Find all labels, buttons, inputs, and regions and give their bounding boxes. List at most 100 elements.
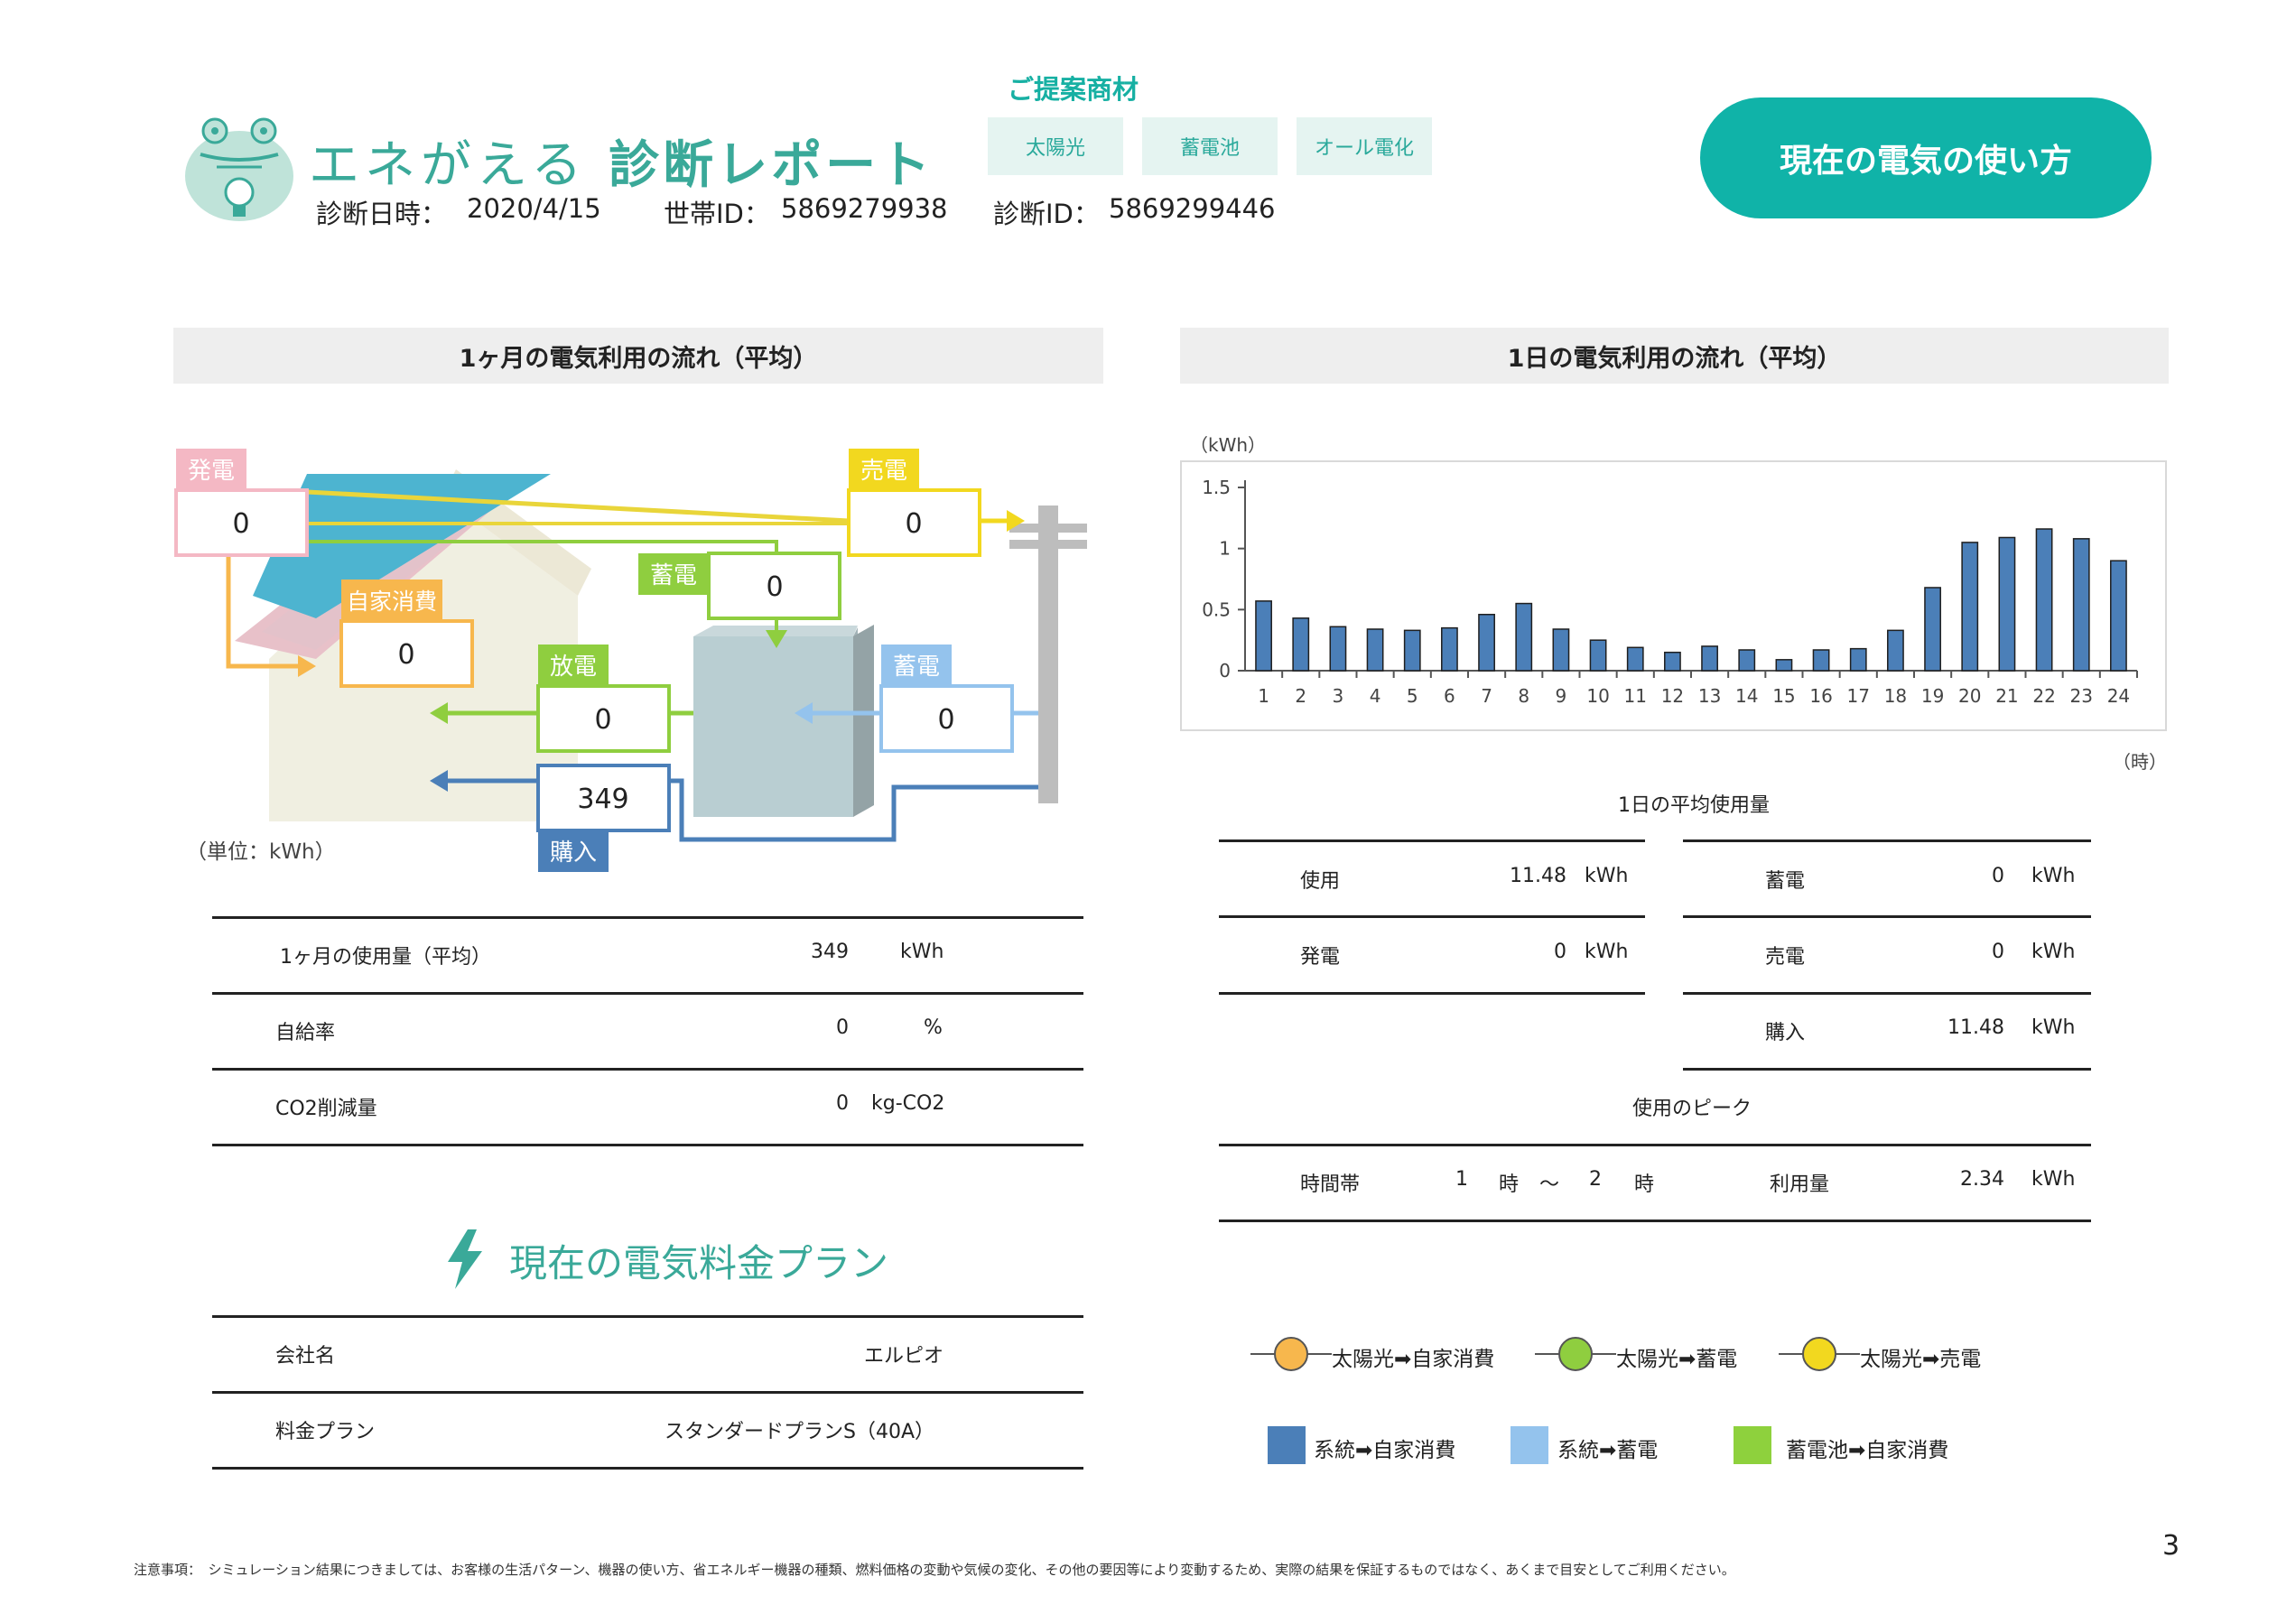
divider (1683, 992, 2091, 995)
daily-flow-title: 1日の電気利用の流れ（平均） (1180, 328, 2169, 384)
legend-line-solar-self (1250, 1337, 1332, 1371)
diagnosis-id-label: 診断ID： (993, 199, 1100, 229)
battery-unit-icon (693, 636, 853, 817)
bar (1812, 649, 1830, 672)
monthly-usage-label: 1ヶ月の使用量（平均） (280, 946, 491, 969)
bar (2072, 538, 2090, 672)
divider (1219, 915, 1645, 918)
page-number: 3 (2162, 1530, 2180, 1562)
y-tick-label: 1.5 (1202, 477, 1231, 498)
bar (1478, 613, 1495, 672)
diagnosis-date-value: 2020/4/15 (467, 193, 601, 224)
x-tick-label: 12 (1661, 685, 1684, 707)
grid-charge-value: 0 (937, 704, 954, 736)
self-sufficiency-label: 自給率 (275, 1022, 336, 1044)
peak-from: 1 (1455, 1168, 1468, 1191)
x-tick-label: 10 (1586, 685, 1609, 707)
x-tick-label: 5 (1407, 685, 1418, 707)
bar (1329, 626, 1347, 672)
bar (1292, 617, 1310, 672)
legend-solar-charge-label: 太陽光➡蓄電 (1616, 1348, 1738, 1371)
unit-note: （単位：kWh） (186, 840, 336, 864)
co2-reduction-label: CO2削減量 (275, 1098, 377, 1120)
purchase-label: 購入 (550, 839, 597, 867)
divider (212, 1068, 1083, 1071)
charge-label: 蓄電 (650, 562, 697, 589)
household-id-label: 世帯ID： (664, 199, 770, 229)
daily-charge-label: 蓄電 (1765, 870, 1806, 893)
bar (1255, 600, 1272, 672)
divider (212, 916, 1083, 919)
monthly-flow-title: 1ヶ月の電気利用の流れ（平均） (173, 328, 1103, 384)
bar (1775, 659, 1793, 672)
self-consumption-label: 自家消費 (347, 589, 437, 615)
y-tick-label: 1 (1219, 538, 1231, 560)
bar (1887, 629, 1904, 672)
daily-generation-unit: kWh (1585, 941, 1629, 963)
x-tick-label: 3 (1333, 685, 1344, 707)
daily-average-label: 1日の平均使用量 (1618, 794, 1770, 817)
x-tick-label: 23 (2070, 685, 2093, 707)
x-tick-label: 15 (1772, 685, 1795, 707)
chart-x-unit: （時） (2113, 751, 2167, 773)
daily-sale-label: 売電 (1765, 946, 1806, 969)
divider (212, 1315, 1083, 1318)
x-tick-label: 2 (1295, 685, 1306, 707)
daily-purchase-unit: kWh (2031, 1016, 2076, 1039)
bar (2035, 528, 2053, 672)
daily-generation-value: 0 (1554, 941, 1566, 963)
rate-plan-value: スタンダードプランS（40A） (664, 1421, 934, 1443)
peak-to: 2 (1589, 1168, 1602, 1191)
self-sufficiency-value: 0 (836, 1016, 849, 1039)
daily-sale-unit: kWh (2031, 941, 2076, 963)
chip-battery[interactable]: 蓄電池 (1142, 117, 1278, 175)
divider (1219, 1144, 2091, 1146)
generation-label: 発電 (188, 458, 235, 485)
sale-value: 0 (905, 508, 922, 540)
daily-charge-unit: kWh (2031, 865, 2076, 887)
divider (1219, 1220, 2091, 1222)
chip-solar[interactable]: 太陽光 (988, 117, 1123, 175)
x-tick-label: 6 (1444, 685, 1455, 707)
rate-plan-label: 料金プラン (275, 1421, 376, 1443)
x-tick-label: 22 (2032, 685, 2055, 707)
bar (1924, 587, 1941, 672)
divider (212, 1391, 1083, 1394)
legend-solar-sale-label: 太陽光➡売電 (1860, 1348, 1982, 1371)
daily-purchase-label: 購入 (1765, 1022, 1806, 1044)
diagnosis-date-label: 診断日時： (316, 199, 448, 229)
company-value: エルピオ (863, 1345, 943, 1368)
co2-reduction-unit: kg-CO2 (871, 1092, 945, 1115)
legend-grid-charge-label: 系統➡蓄電 (1557, 1439, 1659, 1462)
x-tick-label: 8 (1518, 685, 1529, 707)
self-consumption-value: 0 (397, 639, 414, 671)
company-label: 会社名 (275, 1345, 336, 1368)
chip-all-electric[interactable]: オール電化 (1297, 117, 1432, 175)
y-tick-label: 0 (1219, 660, 1231, 682)
x-tick-label: 9 (1556, 685, 1567, 707)
charge-value: 0 (766, 571, 783, 603)
daily-sale-value: 0 (1992, 941, 2004, 963)
x-tick-label: 11 (1624, 685, 1647, 707)
grid-charge-label: 蓄電 (893, 654, 940, 681)
current-usage-button[interactable]: 現在の電気の使い方 (1700, 97, 2152, 218)
divider (1683, 839, 2091, 842)
disclaimer-note: 注意事項： シミュレーション結果につきましては、お客様の生活パターン、機器の使い… (134, 1562, 1735, 1578)
y-tick-label: 0.5 (1202, 598, 1231, 620)
divider (1683, 915, 2091, 918)
proposal-label: ご提案商材 (1008, 74, 1139, 105)
monthly-usage-value: 349 (811, 941, 849, 963)
bar (1664, 651, 1681, 672)
x-tick-label: 17 (1847, 685, 1870, 707)
x-tick-label: 4 (1370, 685, 1381, 707)
legend-box-battery-self (1734, 1426, 1771, 1464)
legend-box-grid-self (1268, 1426, 1306, 1464)
utility-pole-icon (1038, 505, 1058, 803)
divider (212, 1144, 1083, 1146)
discharge-value: 0 (594, 704, 611, 736)
x-tick-label: 24 (2107, 685, 2130, 707)
divider (212, 992, 1083, 995)
peak-from-unit: 時 (1499, 1173, 1520, 1196)
generation-value: 0 (232, 508, 249, 540)
peak-usage-unit: kWh (2031, 1168, 2076, 1191)
